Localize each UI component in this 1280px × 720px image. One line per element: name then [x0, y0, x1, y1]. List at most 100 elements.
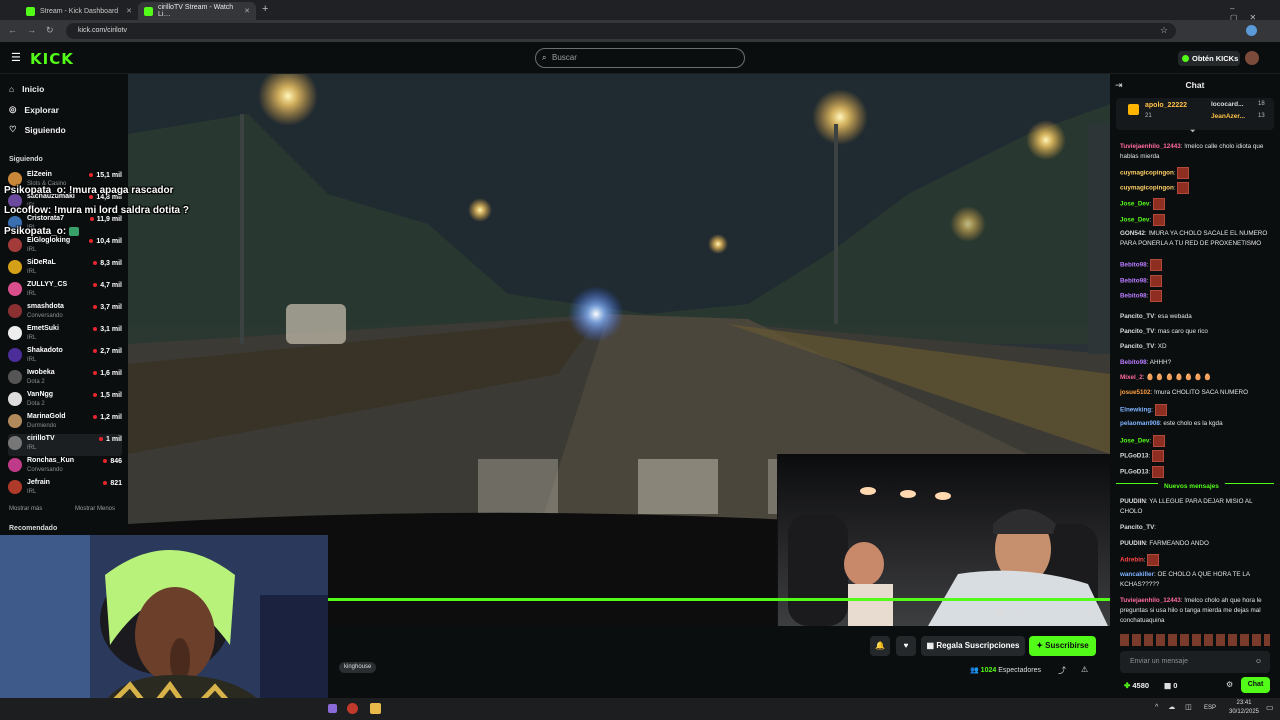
- gift-icon: ▦: [1164, 681, 1172, 690]
- obs-app-icon[interactable]: [347, 703, 358, 714]
- chat-message: cuymagicopingon:: [1120, 182, 1270, 194]
- close-icon[interactable]: ✕: [244, 7, 250, 15]
- chat-username[interactable]: PLGoD13: [1120, 469, 1148, 476]
- subs-count-value: 0: [1173, 681, 1178, 690]
- emoji-picker-icon[interactable]: ☺: [1255, 651, 1262, 673]
- chat-username[interactable]: Jose_Dev: [1120, 217, 1149, 224]
- get-kicks-button[interactable]: Obtén KICKs: [1178, 51, 1240, 66]
- chat-username[interactable]: Pancito_TV: [1120, 343, 1154, 350]
- input-language[interactable]: ESP: [1204, 705, 1216, 711]
- following-channel-item[interactable]: smashdota Conversando 3,7 mil: [8, 302, 122, 324]
- chat-username[interactable]: Jose_Dev: [1120, 438, 1149, 445]
- theater-mode-icon[interactable]: ▭: [1040, 608, 1049, 619]
- following-channel-item[interactable]: Shakadoto IRL 2,7 mil: [8, 346, 122, 368]
- sidebar-item-inicio[interactable]: ⌂ Inicio: [9, 84, 44, 94]
- close-icon[interactable]: ✕: [126, 7, 132, 15]
- chat-username[interactable]: PLGoD13: [1120, 453, 1148, 460]
- notification-bell-button[interactable]: 🔔: [870, 636, 890, 656]
- following-channel-item[interactable]: Jefrain IRL 821: [8, 478, 122, 500]
- new-tab-icon[interactable]: +: [262, 3, 268, 15]
- folder-app-icon[interactable]: [370, 703, 381, 714]
- channel-points[interactable]: ✤ 4580: [1124, 681, 1149, 690]
- chat-username[interactable]: Bebito98: [1120, 293, 1147, 300]
- search-input[interactable]: ⌕ Buscar: [535, 48, 745, 68]
- emote-bar[interactable]: [1120, 634, 1270, 646]
- emote-icon: [1150, 290, 1163, 302]
- follow-heart-button[interactable]: ♥: [896, 636, 916, 656]
- viewer-count-label: Espectadores: [998, 667, 1042, 674]
- chat-message: GON542: !MURA YA CHOLO SACALE EL NUMERO …: [1120, 230, 1268, 247]
- webcam-scene: [0, 535, 328, 720]
- chat-username[interactable]: Jose_Dev: [1120, 201, 1149, 208]
- channel-points-value: 4580: [1132, 681, 1150, 690]
- sidebar-item-explorar[interactable]: ◎ Explorar: [9, 104, 59, 115]
- chat-username[interactable]: josue5102: [1120, 389, 1150, 396]
- chat-username[interactable]: GON542: [1120, 230, 1145, 237]
- menu-icon[interactable]: ☰: [11, 51, 21, 64]
- gift-subs-button[interactable]: ▦ Regala Suscripciones: [921, 636, 1025, 656]
- app-icon[interactable]: [328, 704, 337, 713]
- stream-tag[interactable]: kinghouse: [339, 662, 377, 673]
- following-channel-item[interactable]: MarinaGold Durmiendo 1,2 mil: [8, 412, 122, 434]
- following-channel-item[interactable]: cirilloTV IRL 1 mil: [8, 434, 122, 456]
- browser-tab-stream[interactable]: cirilloTV Stream - Watch Li… ✕: [138, 2, 256, 20]
- following-channel-item[interactable]: Iwobeka Dota 2 1,6 mil: [8, 368, 122, 390]
- emote-icon: [1150, 259, 1163, 271]
- clip-icon[interactable]: ▤: [1018, 608, 1027, 619]
- chat-username[interactable]: Tuviejaenhilo_12443: [1120, 597, 1181, 604]
- chat-username[interactable]: Adrebin: [1120, 557, 1144, 564]
- chat-username[interactable]: Tuviejaenhilo_12443: [1120, 143, 1181, 150]
- channel-name: cirilloTV: [27, 435, 55, 442]
- chat-message-input[interactable]: Enviar un mensaje ☺: [1120, 651, 1270, 673]
- share-icon[interactable]: ⤴: [1058, 665, 1066, 676]
- fullscreen-icon[interactable]: ⛶: [1062, 607, 1069, 618]
- subscribe-button[interactable]: ✦ Suscribirse: [1029, 636, 1096, 656]
- chat-message: Pancito_TV: XD: [1120, 343, 1167, 350]
- chat-username[interactable]: wancakiller: [1120, 571, 1154, 578]
- following-channel-item[interactable]: Ronchas_Kun Conversando 846: [8, 456, 122, 478]
- following-channel-item[interactable]: ZULLYY_CS IRL 4,7 mil: [8, 280, 122, 302]
- chat-settings-gear-icon[interactable]: ⚙: [1226, 680, 1233, 689]
- browser-tab-dashboard[interactable]: Stream - Kick Dashboard ✕: [20, 2, 138, 20]
- show-less-link[interactable]: Mostrar Menos: [75, 506, 115, 512]
- following-channel-item[interactable]: EmetSuki IRL 3,1 mil: [8, 324, 122, 346]
- following-channel-item[interactable]: ElGlogloking IRL 10,4 mil: [8, 236, 122, 258]
- chat-username[interactable]: Pancito_TV: [1120, 328, 1154, 335]
- chat-message: Bebito98:: [1120, 290, 1270, 302]
- search-placeholder: Buscar: [552, 53, 577, 62]
- user-avatar[interactable]: [1245, 51, 1259, 65]
- expand-leaderboard-icon[interactable]: ⏷: [1190, 128, 1196, 136]
- system-tray-icon[interactable]: ^ ☁ ◫: [1155, 703, 1196, 711]
- following-channel-item[interactable]: VanNgg Dota 2 1,5 mil: [8, 390, 122, 412]
- chat-username[interactable]: Pancito_TV: [1120, 313, 1154, 320]
- chat-username[interactable]: PUUDIIN: [1120, 540, 1146, 547]
- recommended-section-title: Recomendado: [9, 525, 58, 532]
- channel-category: Dota 2: [27, 401, 45, 407]
- chat-panel: ⇥ Chat apolo_22222 21 lococard... 18 Jea…: [1110, 74, 1280, 698]
- url-field[interactable]: kick.com/cirilotv: [66, 23, 1176, 39]
- chat-username[interactable]: cuymagicopingon: [1120, 170, 1174, 177]
- notifications-icon[interactable]: ▭: [1266, 703, 1274, 712]
- chat-username[interactable]: Mixel_2: [1120, 374, 1143, 381]
- chat-username[interactable]: Pancito_TV: [1120, 524, 1154, 531]
- chat-username[interactable]: Bebito98: [1120, 278, 1147, 285]
- kick-logo[interactable]: KICK: [30, 50, 74, 68]
- navigation-arrows-icon[interactable]: ←→↻: [8, 25, 64, 36]
- clock-date: 30/12/2025: [1228, 709, 1260, 715]
- chat-username[interactable]: pelaoman908: [1120, 420, 1160, 427]
- send-chat-button[interactable]: Chat: [1241, 677, 1270, 693]
- chat-username[interactable]: Bebito98: [1120, 262, 1147, 269]
- bookmark-star-icon[interactable]: ☆: [1160, 25, 1168, 36]
- chat-username[interactable]: Bebito98: [1120, 359, 1147, 366]
- report-warning-icon[interactable]: ⚠: [1081, 665, 1088, 674]
- following-channel-item[interactable]: SiDeRaL IRL 8,3 mil: [8, 258, 122, 280]
- channel-avatar: [8, 172, 22, 186]
- show-more-link[interactable]: Mostrar más: [9, 506, 42, 512]
- chat-username[interactable]: Elnewking: [1120, 407, 1151, 414]
- profile-avatar[interactable]: [1246, 25, 1257, 36]
- pip-icon[interactable]: ▣: [996, 608, 1005, 619]
- chat-username[interactable]: PUUDIIN: [1120, 498, 1146, 505]
- chat-username[interactable]: cuymagicopingon: [1120, 185, 1174, 192]
- sidebar-item-siguiendo[interactable]: ♡ Siguiendo: [9, 124, 66, 135]
- settings-gear-icon[interactable]: ⚙: [1084, 607, 1093, 618]
